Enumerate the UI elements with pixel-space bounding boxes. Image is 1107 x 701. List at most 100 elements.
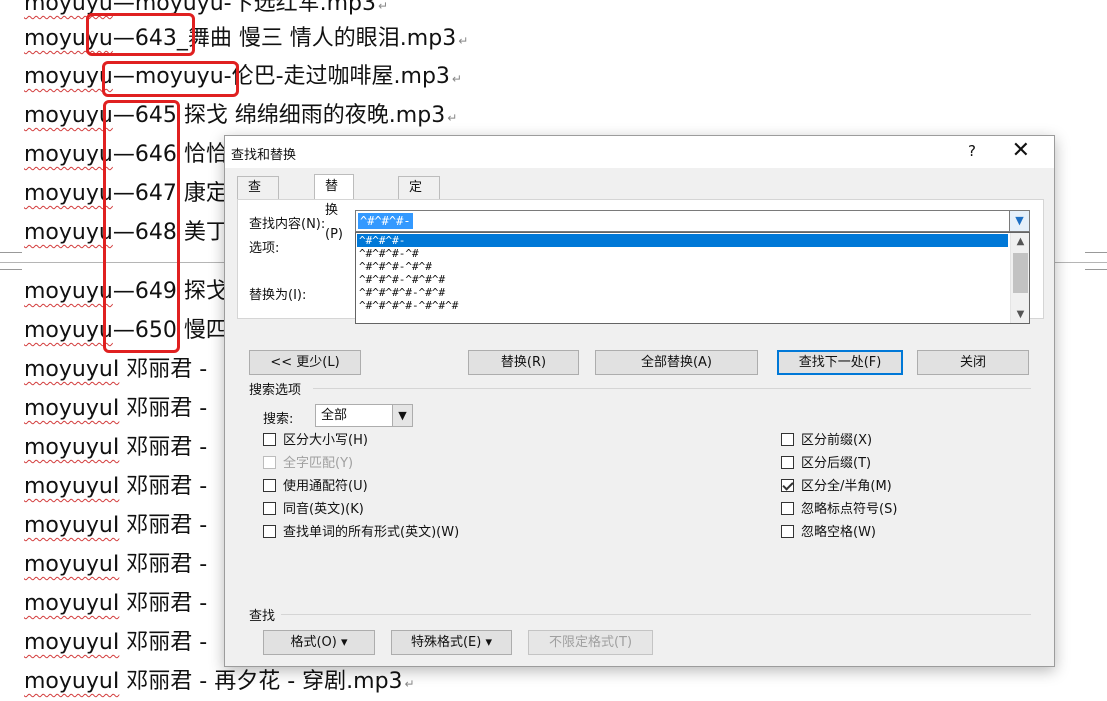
search-options-title: 搜索选项 bbox=[249, 383, 302, 398]
checkbox-box[interactable] bbox=[263, 502, 276, 515]
document-line-prefix: moyuyuI bbox=[24, 630, 120, 655]
replace-button[interactable]: 替换(R) bbox=[468, 350, 579, 375]
search-direction-select[interactable]: 全部 ▼ bbox=[315, 404, 413, 427]
scroll-up-icon[interactable]: ▲ bbox=[1011, 233, 1030, 250]
history-item[interactable]: ^#^#^#^#-^#^#^# bbox=[357, 299, 1008, 312]
checkbox-label: 忽略空格(W) bbox=[801, 525, 876, 540]
less-button[interactable]: << 更少(L) bbox=[249, 350, 361, 375]
checkbox-box-checked[interactable] bbox=[781, 479, 794, 492]
checkbox-box[interactable] bbox=[263, 479, 276, 492]
checkbox-box[interactable] bbox=[781, 456, 794, 469]
document-line-text: 邓丽君 - bbox=[119, 396, 208, 421]
checkbox-box[interactable] bbox=[781, 502, 794, 515]
document-line-text: —645 探戈 绵绵细雨的夜晚.mp3 bbox=[112, 103, 446, 128]
tab-find[interactable]: 查找(D) bbox=[237, 176, 280, 239]
document-line-prefix: moyuyuI bbox=[24, 552, 120, 577]
document-line[interactable]: moyuyuI 邓丽君 - bbox=[24, 470, 207, 504]
page-break-marker-right bbox=[1085, 252, 1107, 270]
help-button[interactable]: ? bbox=[968, 142, 976, 160]
replace-all-button[interactable]: 全部替换(A) bbox=[595, 350, 758, 375]
document-line-prefix: moyuyu bbox=[24, 64, 113, 89]
history-item[interactable]: ^#^#^#-^#^#^# bbox=[357, 273, 1008, 286]
find-section-title: 查找 bbox=[249, 609, 276, 624]
dialog-titlebar[interactable]: 查找和替换 ? ✕ bbox=[225, 136, 1054, 168]
document-line-prefix: moyuyuI bbox=[24, 396, 120, 421]
checkbox-label: 区分全/半角(M) bbox=[801, 479, 892, 494]
format-button[interactable]: 格式(O) ▾ bbox=[263, 630, 375, 655]
document-line[interactable]: moyuyu—645 探戈 绵绵细雨的夜晚.mp3 ↵ bbox=[24, 99, 457, 133]
checkbox-label: 使用通配符(U) bbox=[283, 479, 368, 494]
history-item[interactable]: ^#^#^#-^#^# bbox=[357, 260, 1008, 273]
document-line-text: —643_舞曲 慢三 情人的眼泪.mp3 bbox=[112, 26, 457, 51]
document-line[interactable]: moyuyu—643_舞曲 慢三 情人的眼泪.mp3 ↵ bbox=[24, 22, 468, 56]
find-what-label: 查找内容(N): bbox=[249, 217, 326, 232]
dropdown-scrollbar[interactable]: ▲ ▼ bbox=[1010, 233, 1029, 323]
checkbox-wildcards[interactable]: 使用通配符(U) bbox=[263, 478, 368, 496]
checkbox-match-prefix[interactable]: 区分前缀(X) bbox=[781, 432, 872, 450]
checkbox-match-suffix[interactable]: 区分后缀(T) bbox=[781, 455, 871, 473]
document-line[interactable]: moyuyu—648 美丁 bbox=[24, 216, 228, 250]
document-line-text: 邓丽君 - bbox=[119, 357, 208, 382]
scrollbar-thumb[interactable] bbox=[1013, 253, 1028, 293]
checkbox-ignore-whitespace[interactable]: 忽略空格(W) bbox=[781, 524, 876, 542]
document-line-prefix: moyuyuI bbox=[24, 591, 120, 616]
checkbox-label: 忽略标点符号(S) bbox=[801, 502, 898, 517]
chevron-down-icon[interactable]: ▼ bbox=[1009, 211, 1029, 231]
document-line[interactable]: moyuyu—moyuyu-伦巴-走过咖啡屋.mp3 ↵ bbox=[24, 60, 462, 94]
checkbox-match-width[interactable]: 区分全/半角(M) bbox=[781, 478, 892, 496]
options-label: 选项: bbox=[249, 241, 280, 256]
document-line-prefix: moyuyu bbox=[24, 318, 113, 343]
document-line-text: —648 美丁 bbox=[112, 220, 228, 245]
document-line[interactable]: moyuyuI 邓丽君 - bbox=[24, 353, 207, 387]
checkbox-label: 区分后缀(T) bbox=[801, 456, 872, 471]
tab-replace[interactable]: 替换(P) bbox=[314, 174, 354, 242]
find-replace-dialog: 查找和替换 ? ✕ 查找(D) 替换(P) 定位(G) 查找内容(N): 选项:… bbox=[224, 135, 1055, 667]
document-line-text: —moyuyu-卞选红军.mp3 bbox=[112, 0, 376, 16]
document-line[interactable]: moyuyuI 邓丽君 - 再夕花 - 穿剧.mp3 ↵ bbox=[24, 665, 415, 699]
close-icon[interactable]: ✕ bbox=[1012, 138, 1030, 164]
document-line[interactable]: moyuyuI 邓丽君 - bbox=[24, 626, 207, 660]
tab-goto[interactable]: 定位(G) bbox=[398, 176, 441, 239]
checkbox-box[interactable] bbox=[781, 433, 794, 446]
scroll-down-icon[interactable]: ▼ bbox=[1011, 306, 1030, 323]
checkbox-box bbox=[263, 456, 276, 469]
document-line-prefix: moyuyu bbox=[24, 26, 113, 51]
document-line[interactable]: moyuyuI 邓丽君 - bbox=[24, 509, 207, 543]
find-history-dropdown[interactable]: ^#^#^#- ^#^#^#-^# ^#^#^#-^#^# ^#^#^#-^#^… bbox=[355, 232, 1030, 324]
document-line[interactable]: moyuyu—649 探戈 bbox=[24, 275, 228, 309]
document-line-prefix: moyuyuI bbox=[24, 513, 120, 538]
checkbox-whole-word: 全字匹配(Y) bbox=[263, 455, 353, 473]
document-line-prefix: moyuyuI bbox=[24, 357, 120, 382]
document-line[interactable]: moyuyuI 邓丽君 - bbox=[24, 431, 207, 465]
checkbox-all-word-forms[interactable]: 查找单词的所有形式(英文)(W) bbox=[263, 524, 459, 542]
document-line-text: 邓丽君 - bbox=[119, 513, 208, 538]
checkbox-box[interactable] bbox=[781, 525, 794, 538]
document-line-text: —650 慢四 bbox=[112, 318, 228, 343]
history-item[interactable]: ^#^#^#- bbox=[357, 234, 1008, 247]
checkbox-sounds-like[interactable]: 同音(英文)(K) bbox=[263, 501, 364, 519]
document-line[interactable]: moyuyu—646 恰恰 bbox=[24, 138, 228, 172]
close-button[interactable]: 关闭 bbox=[917, 350, 1029, 375]
document-line-text: 邓丽君 - bbox=[119, 435, 208, 460]
document-line-text: 邓丽君 - bbox=[119, 474, 208, 499]
document-line[interactable]: moyuyu—647 康定 bbox=[24, 177, 228, 211]
history-item[interactable]: ^#^#^#^#-^#^# bbox=[357, 286, 1008, 299]
document-line[interactable]: moyuyu—moyuyu-卞选红军.mp3 ↵ bbox=[24, 0, 388, 21]
checkbox-box[interactable] bbox=[263, 433, 276, 446]
find-what-input[interactable]: ^#^#^#- ▼ bbox=[355, 210, 1030, 232]
document-line[interactable]: moyuyuI 邓丽君 - bbox=[24, 587, 207, 621]
checkbox-ignore-punctuation[interactable]: 忽略标点符号(S) bbox=[781, 501, 897, 519]
document-line[interactable]: moyuyuI 邓丽君 - bbox=[24, 548, 207, 582]
checkbox-label: 同音(英文)(K) bbox=[283, 502, 364, 517]
document-line[interactable]: moyuyuI 邓丽君 - bbox=[24, 392, 207, 426]
paragraph-mark-icon: ↵ bbox=[447, 111, 458, 125]
find-next-button[interactable]: 查找下一处(F) bbox=[777, 350, 903, 375]
history-item[interactable]: ^#^#^#-^# bbox=[357, 247, 1008, 260]
document-line[interactable]: moyuyu—650 慢四 bbox=[24, 314, 228, 348]
document-line-prefix: moyuyu bbox=[24, 220, 113, 245]
paragraph-mark-icon: ↵ bbox=[377, 0, 389, 13]
checkbox-match-case[interactable]: 区分大小写(H) bbox=[263, 432, 368, 450]
special-format-button[interactable]: 特殊格式(E) ▾ bbox=[391, 630, 512, 655]
checkbox-box[interactable] bbox=[263, 525, 276, 538]
document-line-text: —646 恰恰 bbox=[112, 142, 228, 167]
